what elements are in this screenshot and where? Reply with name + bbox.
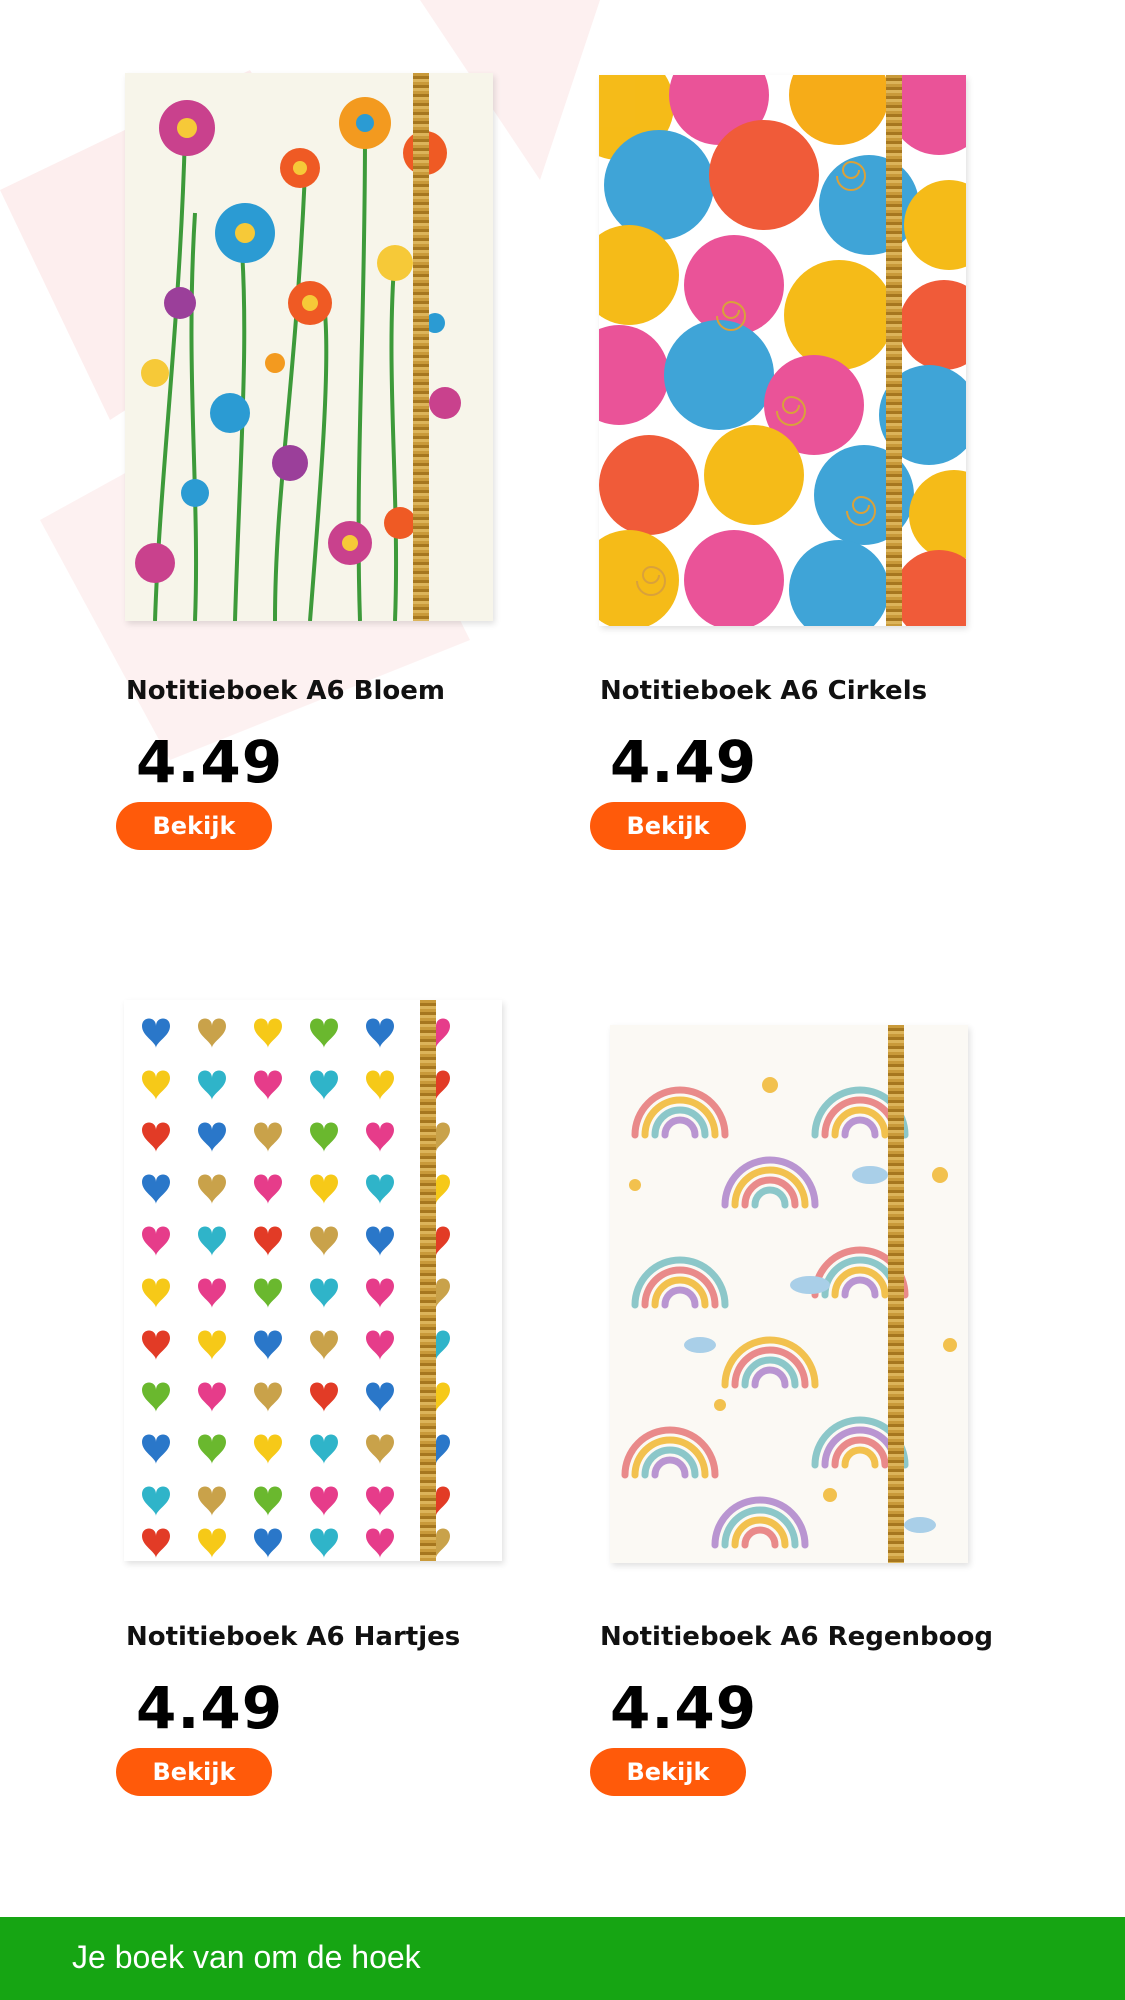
notebook-cover-image[interactable] bbox=[124, 1000, 502, 1561]
hearts-pattern bbox=[124, 1000, 502, 1561]
view-button[interactable]: Bekijk bbox=[590, 1748, 746, 1796]
elastic-band bbox=[413, 73, 429, 621]
view-button[interactable]: Bekijk bbox=[116, 802, 272, 850]
product-title: Notitieboek A6 Cirkels bbox=[600, 676, 928, 706]
circle-pattern bbox=[599, 75, 966, 626]
product-price: 4.49 bbox=[136, 728, 284, 796]
product-title: Notitieboek A6 Regenboog bbox=[600, 1622, 994, 1652]
elastic-band bbox=[420, 1000, 436, 1561]
view-button[interactable]: Bekijk bbox=[590, 802, 746, 850]
product-title: Notitieboek A6 Bloem bbox=[126, 676, 445, 706]
product-price: 4.49 bbox=[136, 1674, 284, 1742]
notebook-cover-image[interactable] bbox=[610, 1025, 968, 1563]
footer-tagline: Je boek van om de hoek bbox=[72, 1939, 421, 1975]
elastic-band bbox=[888, 1025, 904, 1563]
footer-bar: Je boek van om de hoek bbox=[0, 1917, 1125, 2000]
product-grid: Notitieboek A6 Bloem 4.49 Bekijk Notitie… bbox=[0, 0, 1125, 1900]
product-price: 4.49 bbox=[610, 728, 758, 796]
rainbow-pattern bbox=[610, 1025, 968, 1563]
notebook-cover-image[interactable] bbox=[599, 75, 966, 626]
product-title: Notitieboek A6 Hartjes bbox=[126, 1622, 461, 1652]
notebook-cover-image[interactable] bbox=[125, 73, 493, 621]
elastic-band bbox=[886, 75, 902, 626]
flower-pattern bbox=[125, 73, 493, 621]
view-button[interactable]: Bekijk bbox=[116, 1748, 272, 1796]
product-price: 4.49 bbox=[610, 1674, 758, 1742]
